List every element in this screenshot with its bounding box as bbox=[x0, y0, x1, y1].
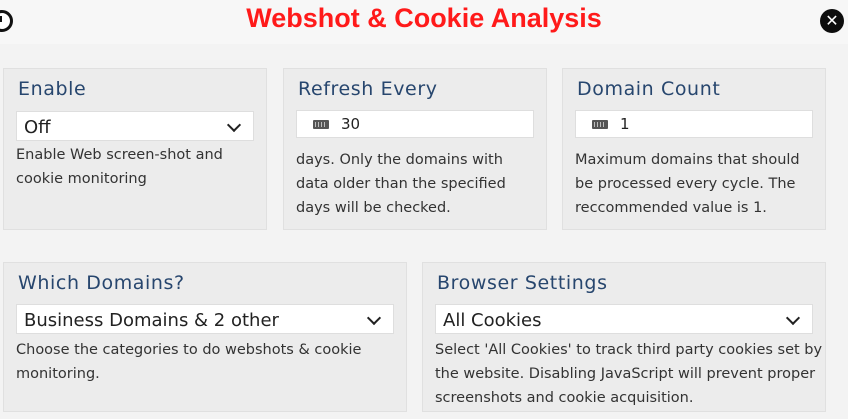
enable-description: Enable Web screen-shot and cookie monito… bbox=[16, 147, 223, 187]
keyboard-icon bbox=[592, 120, 608, 129]
domain-count-description: Maximum domains that should be processed… bbox=[575, 152, 800, 216]
browser-settings-description: Select 'All Cookies' to track third part… bbox=[435, 342, 823, 406]
chevron-down-icon bbox=[785, 310, 801, 326]
refresh-every-description: days. Only the domains with data older t… bbox=[296, 152, 506, 216]
keyboard-icon bbox=[313, 120, 329, 129]
enable-card: Enable Off Enable Web screen-shot and co… bbox=[3, 68, 267, 230]
refresh-every-title: Refresh Every bbox=[298, 78, 438, 100]
dialog: Webshot & Cookie Analysis ✕ Enable Off E… bbox=[0, 0, 848, 419]
browser-settings-select-value: All Cookies bbox=[443, 310, 542, 331]
refresh-every-card: Refresh Every 30 days. Only the domains … bbox=[283, 68, 547, 230]
enable-title: Enable bbox=[18, 78, 87, 100]
which-domains-card: Which Domains? Business Domains & 2 othe… bbox=[3, 262, 407, 412]
domain-count-input[interactable]: 1 bbox=[575, 110, 813, 138]
close-button[interactable]: ✕ bbox=[820, 9, 844, 33]
chevron-down-icon bbox=[366, 310, 382, 326]
enable-select-value: Off bbox=[24, 117, 51, 138]
which-domains-select[interactable]: Business Domains & 2 other bbox=[16, 304, 394, 334]
domain-count-card: Domain Count 1 Maximum domains that shou… bbox=[562, 68, 826, 230]
domain-count-value: 1 bbox=[620, 115, 630, 133]
which-domains-description: Choose the categories to do webshots & c… bbox=[16, 342, 362, 382]
domain-count-title: Domain Count bbox=[577, 78, 721, 100]
chevron-down-icon bbox=[226, 117, 242, 133]
browser-settings-card: Browser Settings All Cookies Select 'All… bbox=[422, 262, 826, 412]
enable-select[interactable]: Off bbox=[16, 111, 254, 141]
title-bar: Webshot & Cookie Analysis ✕ bbox=[0, 0, 848, 44]
browser-settings-select[interactable]: All Cookies bbox=[435, 304, 813, 334]
browser-settings-title: Browser Settings bbox=[437, 272, 608, 294]
refresh-days-input[interactable]: 30 bbox=[296, 110, 534, 138]
refresh-days-value: 30 bbox=[341, 115, 361, 133]
which-domains-title: Which Domains? bbox=[18, 272, 185, 294]
which-domains-select-value: Business Domains & 2 other bbox=[24, 310, 279, 331]
dialog-title: Webshot & Cookie Analysis bbox=[246, 3, 602, 33]
